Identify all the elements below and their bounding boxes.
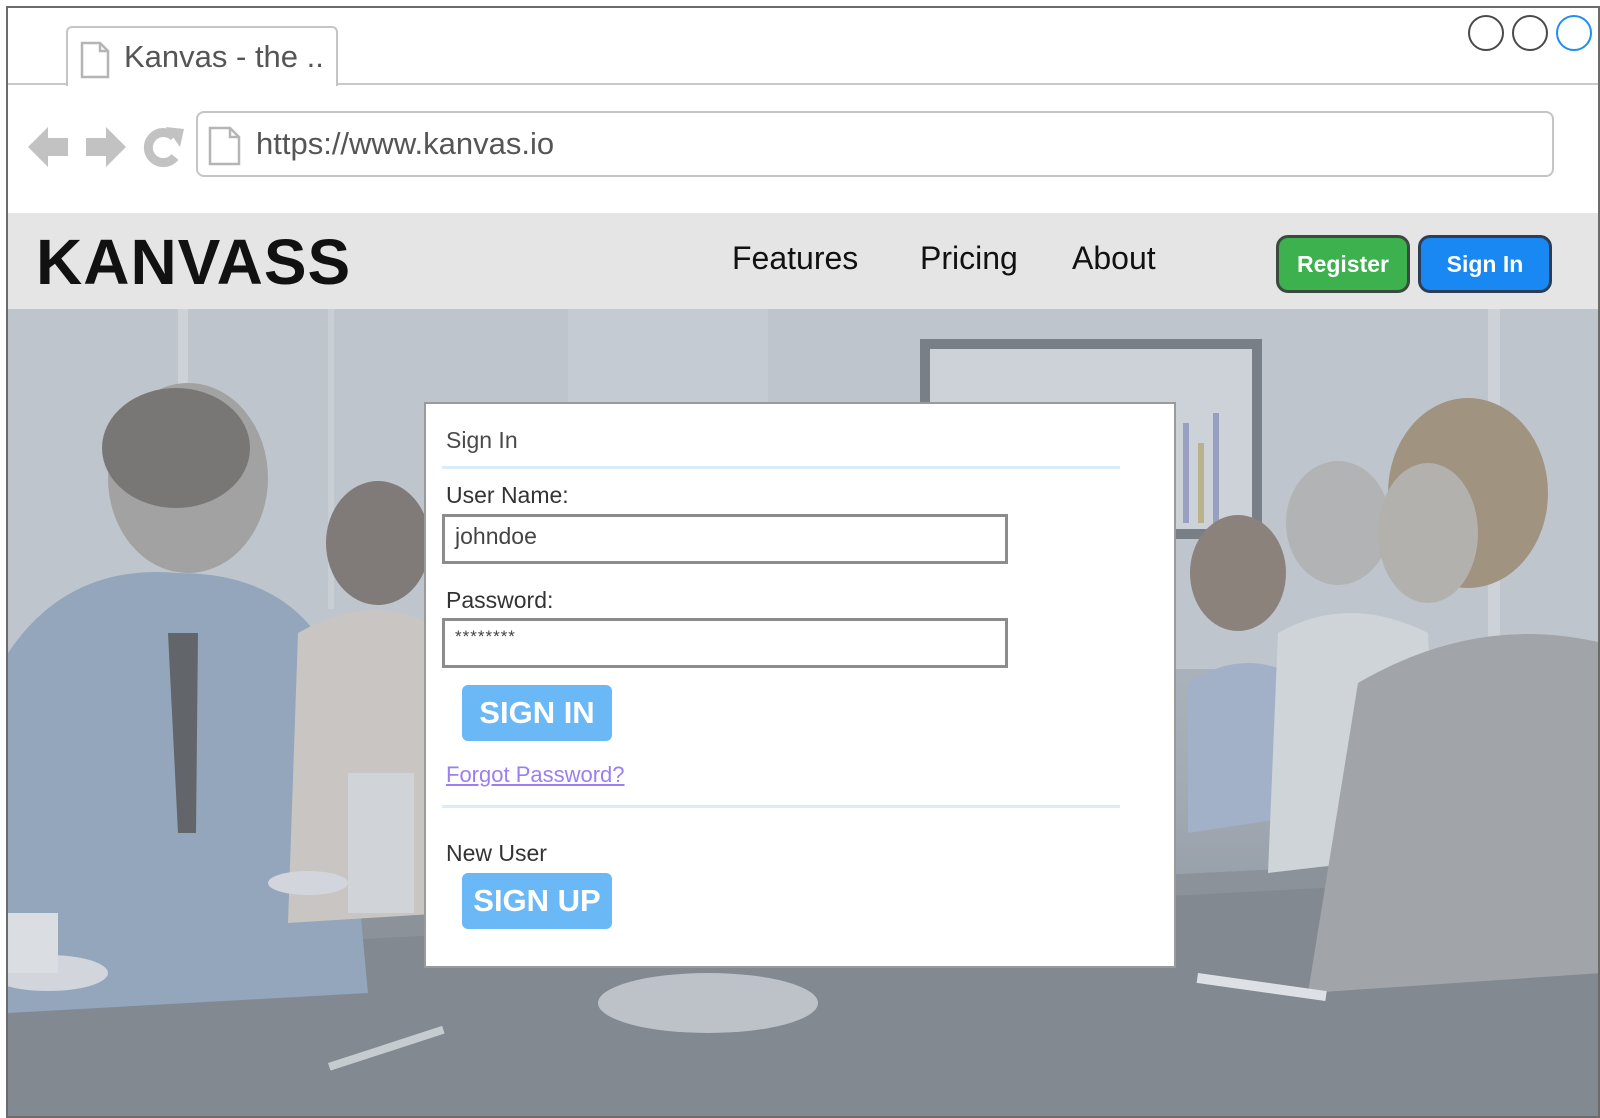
sign-in-button[interactable]: SIGN IN bbox=[462, 685, 612, 741]
forward-arrow-icon[interactable] bbox=[84, 123, 128, 176]
address-bar-row: https://www.kanvas.io bbox=[8, 85, 1598, 213]
username-input[interactable]: johndoe bbox=[442, 514, 1008, 564]
url-text[interactable]: https://www.kanvas.io bbox=[256, 126, 554, 162]
tab-strip: Kanvas - the .. bbox=[8, 8, 1598, 86]
page-icon bbox=[80, 41, 110, 84]
site-logo[interactable]: KANVASS bbox=[36, 225, 351, 299]
nav-icons bbox=[26, 123, 186, 176]
register-button[interactable]: Register bbox=[1276, 235, 1410, 293]
window-control-icon[interactable] bbox=[1468, 15, 1504, 51]
password-input[interactable]: ******** bbox=[442, 618, 1008, 668]
reload-icon[interactable] bbox=[142, 123, 186, 176]
tab-title: Kanvas - the .. bbox=[124, 39, 324, 74]
password-label: Password: bbox=[446, 587, 554, 613]
divider bbox=[442, 466, 1120, 469]
header-sign-in-button[interactable]: Sign In bbox=[1418, 235, 1552, 293]
nav-link-features[interactable]: Features bbox=[732, 240, 858, 277]
nav-link-pricing[interactable]: Pricing bbox=[920, 240, 1018, 277]
card-heading: Sign In bbox=[446, 427, 518, 453]
forgot-password-link[interactable]: Forgot Password? bbox=[446, 762, 625, 788]
back-arrow-icon[interactable] bbox=[26, 123, 70, 176]
sign-up-button[interactable]: SIGN UP bbox=[462, 873, 612, 929]
window-controls bbox=[1468, 15, 1592, 51]
page-viewport: KANVASS Features Pricing About Register … bbox=[8, 213, 1598, 1116]
site-header: KANVASS Features Pricing About Register … bbox=[8, 213, 1598, 309]
divider bbox=[442, 805, 1120, 808]
sign-in-card: Sign In User Name: johndoe Password: ***… bbox=[424, 402, 1176, 968]
window-control-icon[interactable] bbox=[1556, 15, 1592, 51]
nav-link-about[interactable]: About bbox=[1072, 240, 1156, 277]
username-label: User Name: bbox=[446, 482, 569, 508]
page-icon bbox=[208, 126, 242, 171]
url-bar[interactable]: https://www.kanvas.io bbox=[196, 111, 1554, 177]
browser-tab[interactable]: Kanvas - the .. bbox=[66, 26, 338, 86]
window-control-icon[interactable] bbox=[1512, 15, 1548, 51]
browser-window: Kanvas - the .. https://www.kanvas.io KA… bbox=[6, 6, 1600, 1118]
new-user-label: New User bbox=[446, 840, 547, 866]
